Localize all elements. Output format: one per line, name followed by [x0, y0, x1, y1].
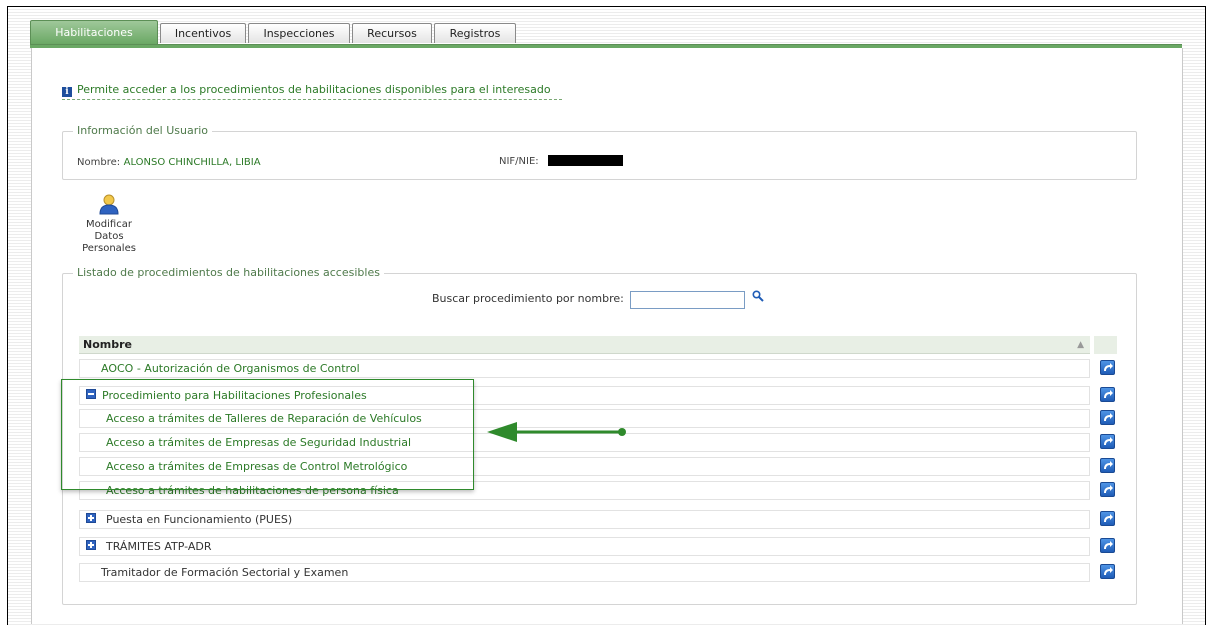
row-label: Acceso a trámites de Empresas de Segurid…: [106, 436, 412, 449]
user-info-fieldset: Información del Usuario Nombre: ALONSO C…: [62, 124, 1137, 180]
tab-inspecciones[interactable]: Inspecciones: [248, 23, 350, 43]
table-row[interactable]: Tramitador de Formación Sectorial y Exam…: [79, 563, 1090, 582]
tab-habilitaciones[interactable]: Habilitaciones: [30, 20, 158, 44]
table-row[interactable]: Puesta en Funcionamiento (PUES): [79, 510, 1090, 529]
row-label: Puesta en Funcionamiento (PUES): [106, 513, 293, 526]
go-arrow-icon[interactable]: [1100, 387, 1115, 402]
expand-icon[interactable]: [86, 540, 96, 550]
row-label: AOCO - Autorización de Organismos de Con…: [101, 362, 360, 375]
tab-incentivos[interactable]: Incentivos: [160, 23, 246, 43]
row-label: Procedimiento para Habilitaciones Profes…: [102, 389, 367, 402]
modify-personal-data-button[interactable]: Modificar Datos Personales: [74, 193, 144, 255]
column-header-nombre[interactable]: Nombre ▲: [79, 336, 1090, 354]
go-arrow-icon[interactable]: [1100, 410, 1115, 425]
table-row[interactable]: Procedimiento para Habilitaciones Profes…: [79, 386, 1090, 405]
nif-redacted: [548, 155, 624, 166]
collapse-icon[interactable]: [86, 389, 96, 399]
table-row[interactable]: Acceso a trámites de Empresas de Control…: [79, 457, 1090, 476]
nif-field: NIF/NIE:: [499, 154, 624, 167]
search-icon[interactable]: [752, 290, 764, 302]
modify-line1: Modificar: [86, 219, 132, 230]
user-info-legend: Información del Usuario: [73, 124, 213, 138]
go-arrow-icon[interactable]: [1100, 564, 1115, 579]
user-icon: [99, 194, 119, 215]
sort-icon[interactable]: ▲: [1077, 336, 1084, 354]
tab-registros[interactable]: Registros: [434, 23, 516, 43]
tab-recursos[interactable]: Recursos: [352, 23, 432, 43]
info-text: Permite acceder a los procedimientos de …: [77, 83, 551, 96]
row-label: Acceso a trámites de habilitaciones de p…: [106, 484, 399, 497]
info-icon: i: [62, 87, 72, 97]
modify-line3: Personales: [82, 243, 136, 254]
column-header-actions: [1094, 336, 1117, 354]
row-label: TRÁMITES ATP-ADR: [106, 540, 212, 553]
annotation-arrow: [487, 422, 626, 442]
go-arrow-icon[interactable]: [1100, 360, 1115, 375]
table-row[interactable]: Acceso a trámites de habilitaciones de p…: [79, 481, 1090, 500]
go-arrow-icon[interactable]: [1100, 511, 1115, 526]
go-arrow-icon[interactable]: [1100, 434, 1115, 449]
row-label: Tramitador de Formación Sectorial y Exam…: [101, 566, 349, 579]
name-value: ALONSO CHINCHILLA, LIBIA: [123, 157, 261, 168]
modify-line2: Datos: [94, 231, 124, 242]
table-row[interactable]: AOCO - Autorización de Organismos de Con…: [79, 359, 1090, 378]
user-name-field: Nombre: ALONSO CHINCHILLA, LIBIA: [77, 155, 261, 168]
expand-icon[interactable]: [86, 513, 96, 523]
search-input[interactable]: [630, 291, 745, 309]
procedures-legend: Listado de procedimientos de habilitacio…: [73, 266, 384, 280]
column-header-label: Nombre: [83, 338, 132, 351]
table-row[interactable]: TRÁMITES ATP-ADR: [79, 537, 1090, 556]
row-label: Acceso a trámites de Talleres de Reparac…: [106, 412, 422, 425]
search-label: Buscar procedimiento por nombre:: [432, 292, 624, 305]
go-arrow-icon[interactable]: [1100, 458, 1115, 473]
go-arrow-icon[interactable]: [1100, 482, 1115, 497]
nif-label: NIF/NIE:: [499, 156, 539, 167]
row-label: Acceso a trámites de Empresas de Control…: [106, 460, 408, 473]
go-arrow-icon[interactable]: [1100, 538, 1115, 553]
info-message: i Permite acceder a los procedimientos de…: [62, 81, 562, 100]
name-label: Nombre:: [77, 157, 121, 168]
